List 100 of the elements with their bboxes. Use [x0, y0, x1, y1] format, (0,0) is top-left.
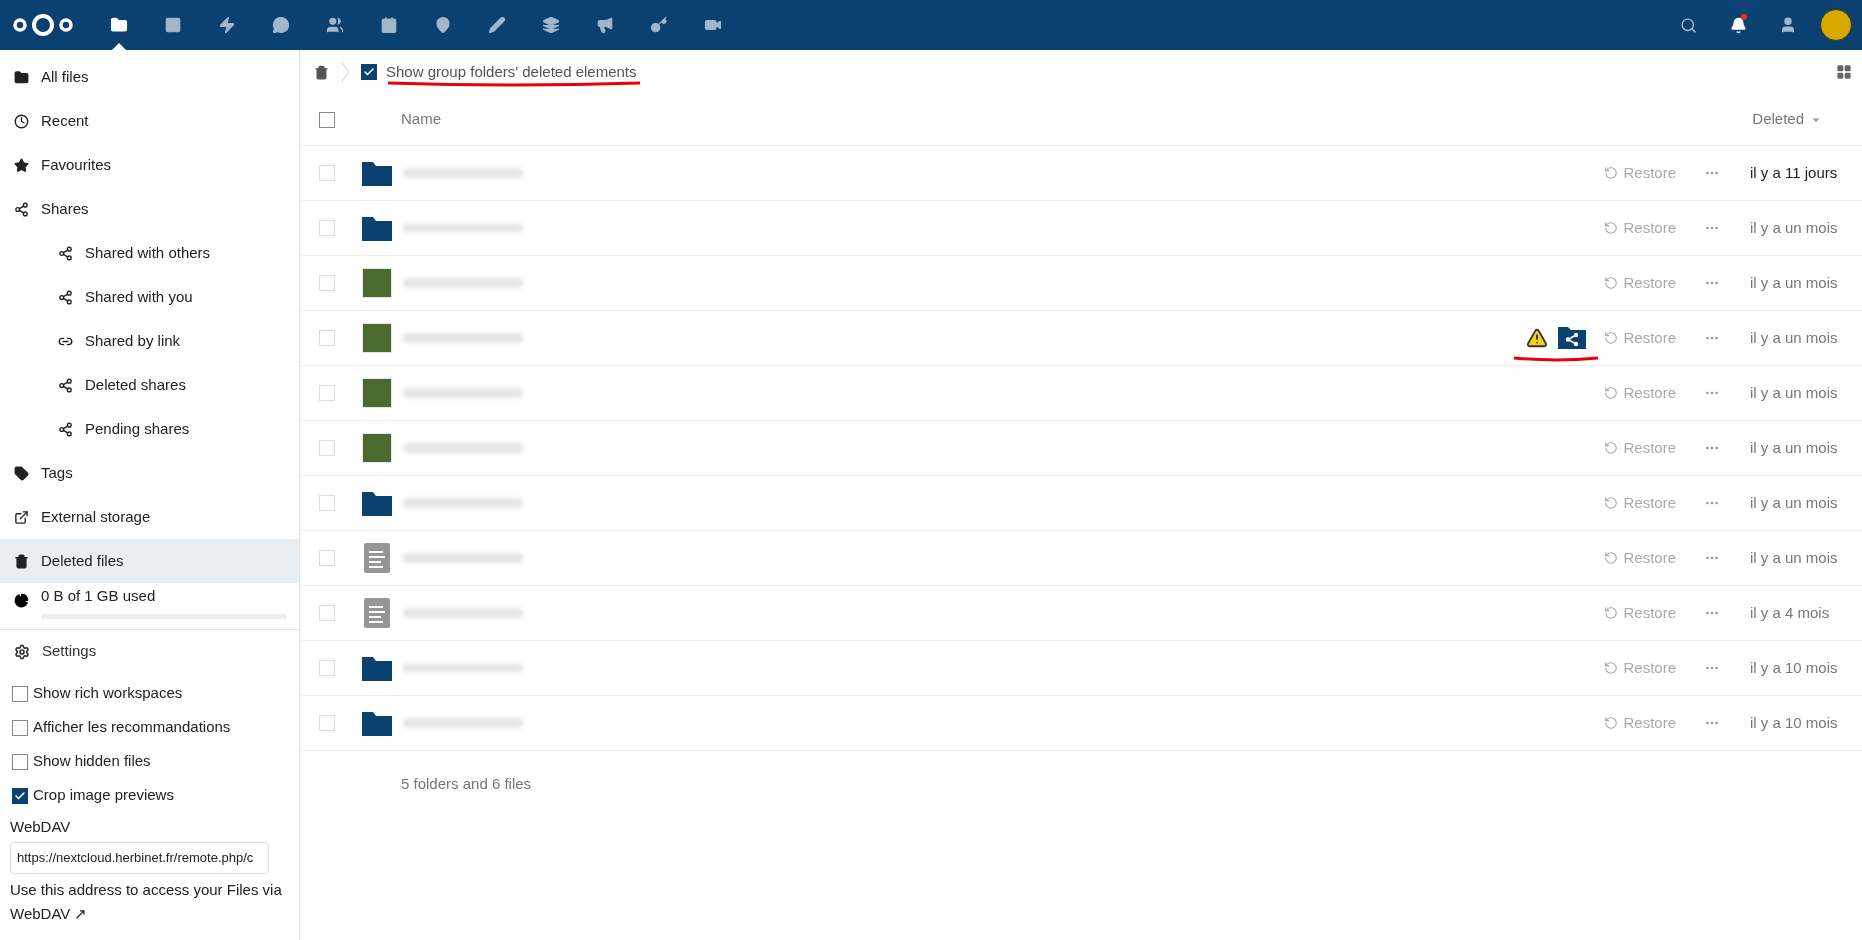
row-checkbox[interactable]	[319, 715, 335, 731]
checkbox[interactable]	[12, 685, 28, 702]
checkbox[interactable]	[361, 64, 377, 80]
restore-button[interactable]: Restore	[1598, 546, 1682, 570]
deleted-date: il y a un mois	[1750, 382, 1839, 403]
restore-button[interactable]: Restore	[1598, 656, 1682, 680]
restore-button[interactable]: Restore	[1598, 216, 1682, 240]
row-checkbox[interactable]	[319, 495, 335, 511]
sidebar-item[interactable]: All files	[0, 55, 299, 99]
external-link-icon	[14, 509, 29, 525]
summary-text: 5 folders and 6 files	[401, 774, 533, 794]
restore-button[interactable]: Restore	[1598, 381, 1682, 405]
select-all-checkbox[interactable]	[319, 111, 335, 128]
restore-button[interactable]: Restore	[1598, 326, 1682, 350]
row-checkbox[interactable]	[319, 605, 335, 621]
active-indicator	[112, 43, 126, 50]
sidebar-item[interactable]: Shared with others	[0, 231, 299, 275]
grid-view-icon[interactable]	[1836, 64, 1852, 80]
file-row[interactable]: Restore il y a 11 jours	[300, 146, 1862, 201]
row-checkbox[interactable]	[319, 660, 335, 676]
restore-button[interactable]: Restore	[1598, 601, 1682, 625]
restore-button[interactable]: Restore	[1598, 491, 1682, 515]
restore-button[interactable]: Restore	[1598, 161, 1682, 185]
restore-icon	[1604, 221, 1619, 235]
sidebar-item[interactable]: Tags	[0, 451, 299, 495]
trash-icon[interactable]	[314, 64, 329, 80]
deleted-date: il y a 10 mois	[1750, 657, 1839, 678]
checkbox[interactable]	[12, 719, 28, 736]
share-icon	[58, 377, 73, 393]
sidebar-item[interactable]: Recent	[0, 99, 299, 143]
row-checkbox[interactable]	[319, 275, 335, 291]
file-row[interactable]: Restore il y a un mois	[300, 531, 1862, 586]
restore-button[interactable]: Restore	[1598, 271, 1682, 295]
restore-button[interactable]: Restore	[1598, 436, 1682, 460]
gear-icon	[14, 643, 30, 660]
option-label: Show group folders' deleted elements	[386, 63, 637, 80]
webdav-link[interactable]: WebDAV ↗	[10, 904, 88, 922]
row-checkbox[interactable]	[319, 165, 335, 181]
sidebar-item[interactable]: Deleted files	[0, 539, 299, 583]
option-label: Crop image previews	[33, 785, 174, 806]
deleted-date: il y a 11 jours	[1750, 162, 1839, 183]
sidebar-item[interactable]: Deleted shares	[0, 363, 299, 407]
row-checkbox[interactable]	[319, 220, 335, 236]
logo-icon	[12, 12, 74, 38]
share-icon	[14, 201, 29, 217]
file-row[interactable]: Restore il y a 4 mois	[300, 586, 1862, 641]
deleted-date: il y a 4 mois	[1750, 602, 1831, 623]
folder-icon	[362, 655, 392, 681]
share-icon	[58, 245, 73, 261]
image-icon	[164, 16, 182, 34]
column-header[interactable]: Deleted	[1752, 108, 1822, 131]
restore-icon	[1604, 331, 1619, 345]
sidebar-item[interactable]: Shared by link	[0, 319, 299, 363]
row-checkbox[interactable]	[319, 550, 335, 566]
stack-icon	[542, 16, 560, 34]
restore-icon	[1604, 166, 1619, 180]
sidebar-item[interactable]: Favourites	[0, 143, 299, 187]
lightning-icon	[218, 16, 236, 34]
column-header[interactable]: Name	[401, 108, 441, 131]
folder-icon	[110, 16, 128, 34]
folder-icon	[362, 710, 392, 736]
file-row[interactable]: Restore il y a un mois	[300, 421, 1862, 476]
restore-button[interactable]: Restore	[1598, 711, 1682, 735]
file-row[interactable]: Restore il y a 10 mois	[300, 696, 1862, 751]
checkbox[interactable]	[12, 753, 28, 770]
person-icon	[1779, 16, 1797, 34]
restore-icon	[1604, 551, 1619, 565]
option-label: Show hidden files	[33, 751, 151, 772]
checkbox[interactable]	[12, 787, 28, 804]
avatar[interactable]	[1820, 9, 1852, 41]
trash-icon	[14, 553, 29, 569]
sidebar-item[interactable]: Shares	[0, 187, 299, 231]
file-row[interactable]: Restore il y a un mois	[300, 311, 1862, 366]
file-row[interactable]: Restore il y a 10 mois	[300, 641, 1862, 696]
check-icon	[363, 66, 375, 78]
row-checkbox[interactable]	[319, 440, 335, 456]
row-checkbox[interactable]	[319, 330, 335, 346]
settings-button[interactable]: Settings	[0, 629, 299, 674]
share-icon	[58, 289, 73, 305]
webdav-label: WebDAV	[10, 816, 72, 837]
deleted-date: il y a un mois	[1750, 492, 1839, 513]
document-icon	[364, 543, 390, 573]
check-icon	[14, 789, 26, 802]
breadcrumb-separator-icon	[341, 61, 349, 83]
option-label: Afficher les recommandations	[33, 717, 231, 738]
file-row[interactable]: Restore il y a un mois	[300, 201, 1862, 256]
file-row[interactable]: Restore il y a un mois	[300, 366, 1862, 421]
shared-folder-icon	[1558, 327, 1587, 349]
warning-icon	[1526, 327, 1549, 349]
file-row[interactable]: Restore il y a un mois	[300, 256, 1862, 311]
webdav-url-field[interactable]: https://nextcloud.herbinet.fr/remote.php/c	[10, 841, 269, 874]
row-checkbox[interactable]	[319, 385, 335, 401]
chat-bubble-icon	[272, 16, 290, 34]
file-row[interactable]: Restore il y a un mois	[300, 476, 1862, 531]
share-icon	[58, 421, 73, 437]
sidebar-item[interactable]: Shared with you	[0, 275, 299, 319]
sidebar-item[interactable]: External storage	[0, 495, 299, 539]
deleted-date: il y a un mois	[1750, 547, 1839, 568]
sidebar-item[interactable]: Pending shares	[0, 407, 299, 451]
folder-icon	[14, 69, 29, 85]
